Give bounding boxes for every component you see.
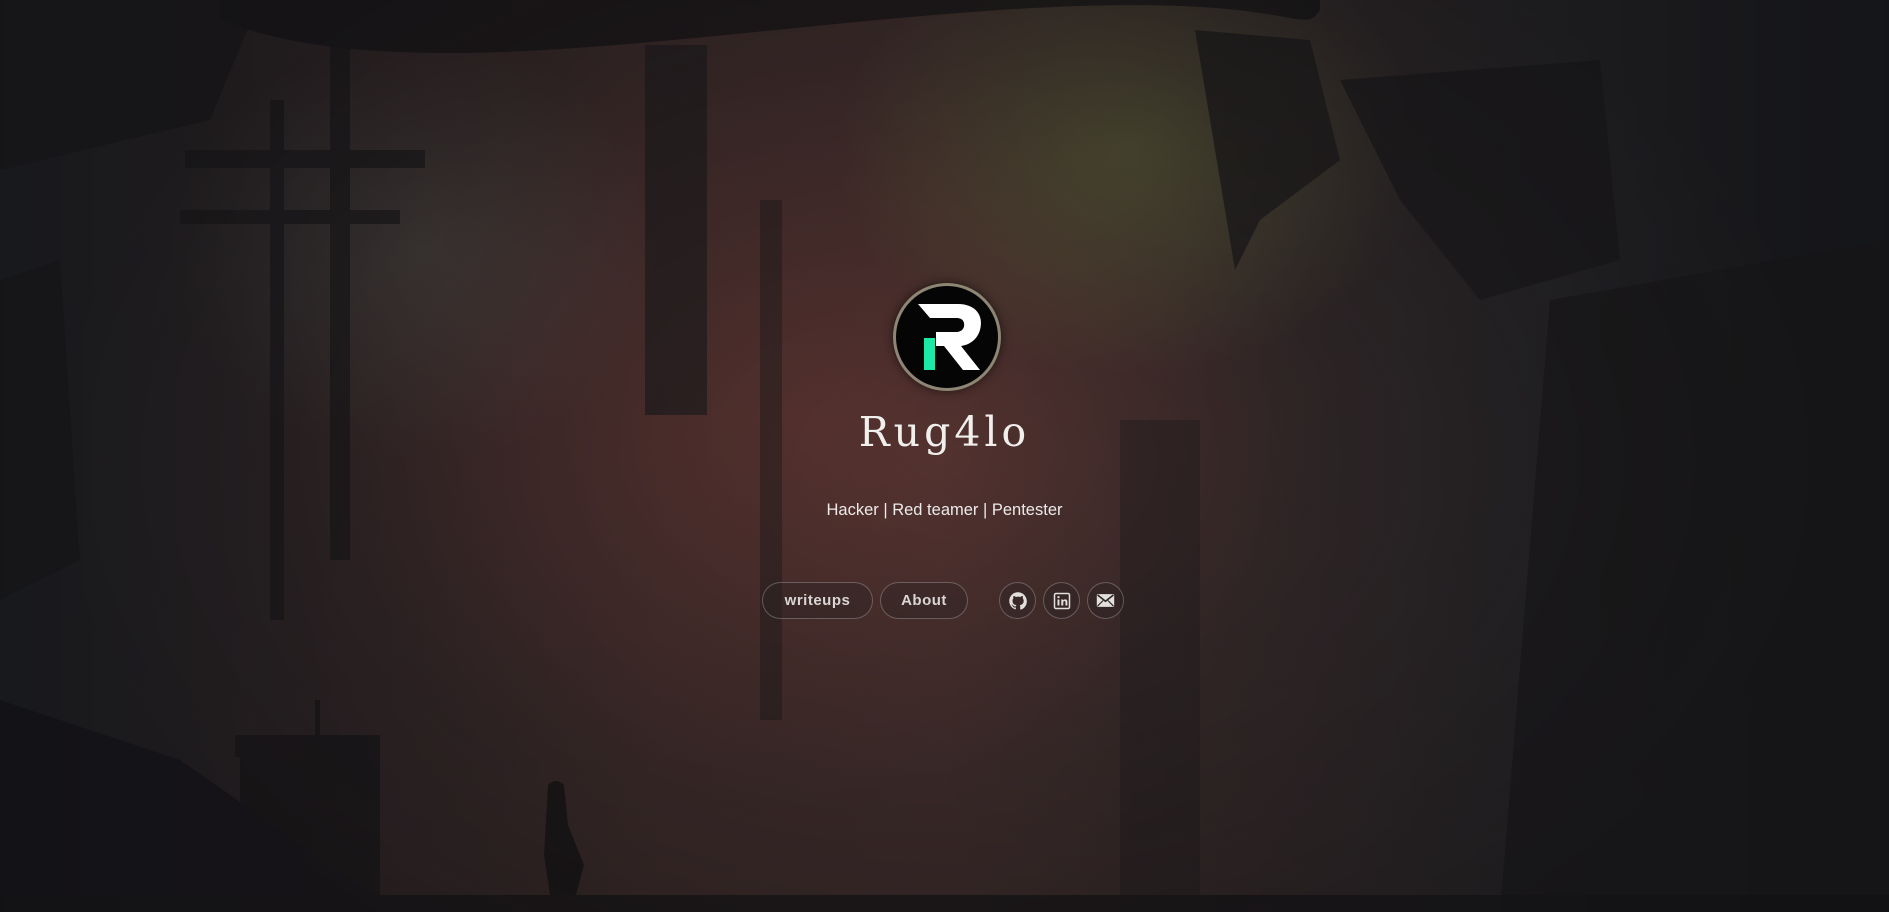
github-icon xyxy=(1008,591,1027,610)
vignette-overlay xyxy=(0,0,1889,912)
profile-tagline: Hacker | Red teamer | Pentester xyxy=(826,501,1063,519)
r-logo-icon xyxy=(918,304,982,370)
linkedin-icon xyxy=(1053,592,1070,609)
profile-avatar xyxy=(893,283,1001,391)
linkedin-link[interactable] xyxy=(1043,582,1080,619)
background-illustration xyxy=(0,0,1889,912)
github-link[interactable] xyxy=(999,582,1036,619)
writeups-button[interactable]: writeups xyxy=(762,582,873,619)
email-link[interactable] xyxy=(1087,582,1124,619)
about-button[interactable]: About xyxy=(880,582,968,619)
email-icon xyxy=(1096,594,1115,607)
profile-name: Rug4lo xyxy=(858,408,1031,456)
